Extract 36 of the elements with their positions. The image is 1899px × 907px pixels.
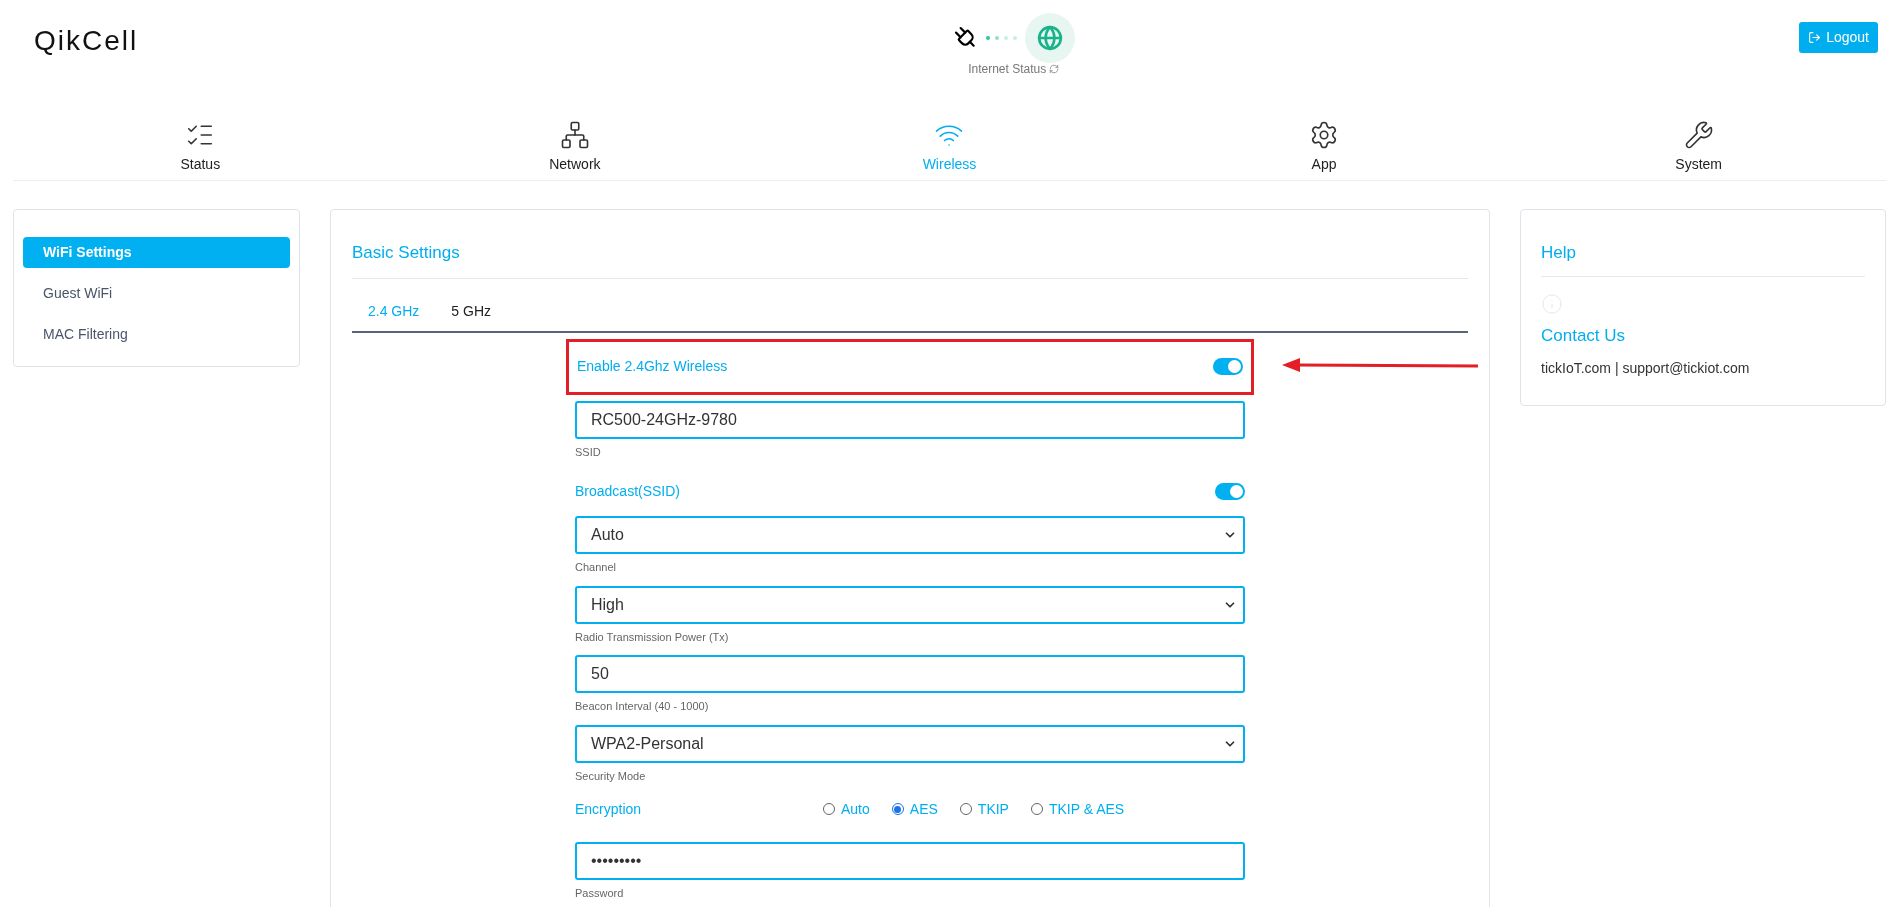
toggle-label: Enable 2.4Ghz Wireless: [577, 357, 728, 376]
input-field[interactable]: 50: [575, 655, 1245, 693]
toggle-label: Broadcast(SSID): [575, 481, 681, 501]
toggle-switch[interactable]: [1215, 482, 1245, 500]
nav-tab[interactable]: System: [1511, 110, 1886, 180]
contact-text: tickIoT.com | support@tickiot.com: [1541, 359, 1751, 378]
panel-title: Basic Settings: [352, 240, 1468, 279]
field-caption: Password: [575, 886, 625, 901]
dropdown-select[interactable]: High: [575, 585, 1245, 624]
help-title: Help: [1541, 240, 1865, 277]
radio-group-label: Encryption: [575, 799, 643, 819]
nav-tab[interactable]: App: [1136, 110, 1512, 180]
contact-title: Contact Us: [1541, 324, 1627, 347]
field-caption: Radio Transmission Power (Tx): [575, 629, 730, 645]
internet-status-label: Internet Status: [968, 61, 1047, 78]
dropdown-select[interactable]: WPA2-Personal: [575, 724, 1245, 763]
sidebar-item[interactable]: MAC Filtering: [23, 319, 290, 350]
brand-logo: QikCell: [34, 24, 139, 58]
dropdown-select[interactable]: Auto: [575, 516, 1245, 554]
refresh-icon[interactable]: [1049, 64, 1060, 74]
wrench-icon: [1683, 120, 1714, 150]
nav-tab[interactable]: Status: [13, 110, 388, 180]
input-field[interactable]: RC500-24GHz-9780: [575, 400, 1245, 439]
field-caption: Beacon Interval (40 - 1000): [575, 699, 710, 714]
field-caption: SSID: [575, 444, 602, 460]
globe-icon: [1024, 13, 1075, 63]
password-field[interactable]: •••••••••: [575, 842, 1245, 880]
network-icon: [559, 120, 590, 150]
field-caption: Security Mode: [575, 768, 647, 784]
sidebar-item[interactable]: Guest WiFi: [23, 278, 290, 309]
logout-icon: [1808, 31, 1822, 44]
band-tab[interactable]: 5 GHz: [435, 292, 508, 331]
toggle-switch[interactable]: [1213, 358, 1243, 375]
field-caption: Channel: [575, 560, 617, 575]
dots-icon: [984, 35, 1019, 41]
nav-tab[interactable]: Network: [387, 110, 763, 180]
